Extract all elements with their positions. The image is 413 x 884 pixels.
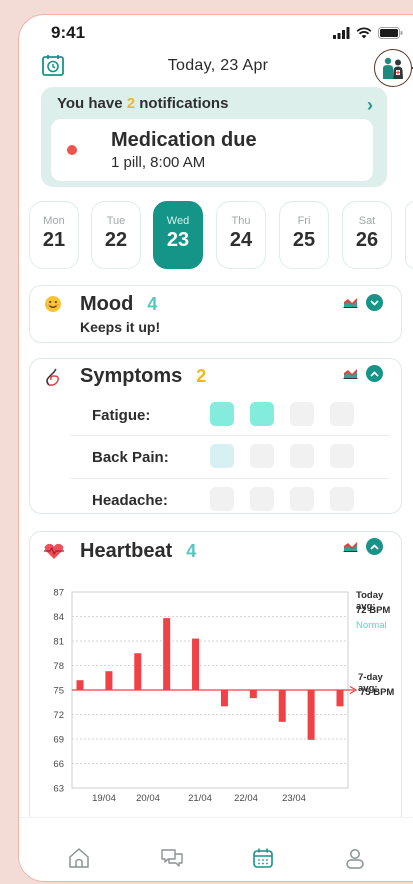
area-chart-icon[interactable] — [343, 367, 358, 379]
heartbeat-card[interactable]: Heartbeat 4 63 66 69 72 75 78 81 84 87 19/04 20/04 2… — [29, 531, 402, 821]
chevron-up-icon — [370, 370, 379, 377]
x-tick-label: 23/04 — [282, 793, 306, 804]
notifications-heading: You have 2 notifications — [57, 95, 229, 112]
symptom-label: Back Pain: — [92, 449, 169, 466]
severity-box[interactable] — [290, 487, 314, 511]
area-chart-icon[interactable] — [343, 296, 358, 308]
day-fri[interactable]: Fri 25 — [279, 201, 329, 269]
mood-card[interactable]: Mood 4 Keeps it up! — [29, 285, 402, 343]
caregiver-icon — [383, 57, 403, 79]
day-thu[interactable]: Thu 24 — [216, 201, 266, 269]
severity-box[interactable] — [330, 402, 354, 426]
symptom-row-fatigue: Fatigue: — [70, 395, 390, 439]
day-tue[interactable]: Tue 22 — [91, 201, 141, 269]
heartbeat-bar — [220, 690, 228, 707]
mood-value: 4 — [147, 294, 158, 314]
y-tick-label: 81 — [53, 637, 64, 648]
today-status: Normal — [356, 620, 387, 631]
notifications-panel[interactable]: You have 2 notifications › Medication du… — [41, 87, 387, 187]
severity-box[interactable] — [250, 444, 274, 468]
chevron-right-icon[interactable]: › — [367, 95, 373, 116]
status-icons — [333, 27, 403, 39]
y-tick-label: 78 — [53, 661, 64, 672]
y-tick-label: 72 — [53, 710, 64, 721]
collapse-toggle[interactable] — [366, 294, 383, 311]
symptom-label: Fatigue: — [92, 407, 151, 424]
chat-icon[interactable] — [160, 846, 184, 870]
y-tick-label: 63 — [53, 784, 64, 795]
alert-dot-icon — [67, 145, 77, 155]
severity-box[interactable] — [330, 487, 354, 511]
signal-icon — [333, 27, 350, 39]
day-next-partial[interactable] — [405, 201, 413, 269]
row-divider — [70, 435, 390, 436]
symptoms-value: 2 — [196, 366, 207, 386]
x-tick-label: 20/04 — [136, 793, 160, 804]
status-time: 9:41 — [51, 23, 86, 42]
severity-box[interactable] — [290, 444, 314, 468]
heartbeat-chart: 63 66 69 72 75 78 81 84 87 19/04 20/04 21/04 22/04 23… — [53, 588, 358, 804]
area-chart-icon[interactable] — [343, 540, 358, 552]
heartbeat-title: Heartbeat 4 — [80, 540, 197, 562]
phone-screen: 9:41 Today, 23 Apr You have 2 notificati… — [18, 14, 413, 882]
header-date: Today, 23 Apr — [167, 57, 269, 74]
x-tick-label: 21/04 — [188, 793, 212, 804]
today-avg-value: 72 BPM — [356, 605, 391, 616]
bottom-nav — [19, 817, 413, 881]
severity-box[interactable] — [210, 487, 234, 511]
notification-card[interactable]: Medication due 1 pill, 8:00 AM — [51, 119, 373, 181]
day-mon[interactable]: Mon 21 — [29, 201, 79, 269]
heartbeat-bar — [249, 690, 257, 699]
heartbeat-bar — [105, 671, 113, 690]
row-divider — [70, 478, 390, 479]
mood-note: Keeps it up! — [80, 319, 161, 335]
severity-box[interactable] — [250, 487, 274, 511]
home-icon[interactable] — [67, 846, 91, 870]
caregiver-avatar[interactable] — [374, 49, 412, 87]
expand-toggle[interactable] — [366, 538, 383, 555]
day-sat[interactable]: Sat 26 — [342, 201, 392, 269]
heartbeat-bar — [278, 690, 286, 722]
notification-detail: 1 pill, 8:00 AM — [111, 154, 206, 171]
x-tick-label: 22/04 — [234, 793, 258, 804]
y-tick-label: 69 — [53, 735, 64, 746]
expand-toggle[interactable] — [366, 365, 383, 382]
heartbeat-value: 4 — [186, 541, 197, 561]
week-avg-value: 75 BPM — [360, 687, 395, 698]
severity-box[interactable] — [330, 444, 354, 468]
symptom-label: Headache: — [92, 492, 168, 509]
day-wed[interactable]: Wed 23 — [153, 201, 203, 269]
symptoms-title: Symptoms 2 — [80, 365, 207, 387]
severity-box[interactable] — [210, 402, 234, 426]
notifications-count: 2 — [126, 95, 136, 112]
severity-box[interactable] — [250, 402, 274, 426]
severity-box[interactable] — [290, 402, 314, 426]
chevron-up-icon — [370, 543, 379, 550]
profile-icon[interactable] — [343, 846, 367, 870]
symptom-icon — [46, 368, 59, 386]
heartbeat-bar — [134, 653, 142, 690]
notification-title: Medication due — [111, 129, 257, 151]
calendar-icon[interactable] — [251, 846, 275, 870]
x-tick-label: 19/04 — [92, 793, 116, 804]
symptoms-card[interactable]: Symptoms 2 Fatigue: Back Pain: Headache: — [29, 358, 402, 514]
symptom-row-headache: Headache: — [70, 480, 390, 524]
smiley-icon — [45, 296, 61, 312]
heartbeat-bar — [307, 690, 315, 740]
y-tick-label: 66 — [53, 759, 64, 770]
heartbeat-bar — [336, 690, 344, 707]
mood-title: Mood 4 — [80, 293, 158, 315]
y-tick-label: 75 — [53, 686, 64, 697]
chevron-down-icon — [370, 299, 379, 306]
wifi-icon — [356, 27, 372, 39]
y-tick-label: 87 — [53, 588, 64, 599]
heart-icon — [44, 543, 64, 559]
heartbeat-bar — [76, 680, 84, 690]
severity-box[interactable] — [210, 444, 234, 468]
heartbeat-bar — [192, 638, 200, 690]
heartbeat-bar — [163, 618, 171, 690]
battery-icon — [378, 27, 403, 39]
y-tick-label: 84 — [53, 612, 64, 623]
symptom-row-back-pain: Back Pain: — [70, 437, 390, 481]
